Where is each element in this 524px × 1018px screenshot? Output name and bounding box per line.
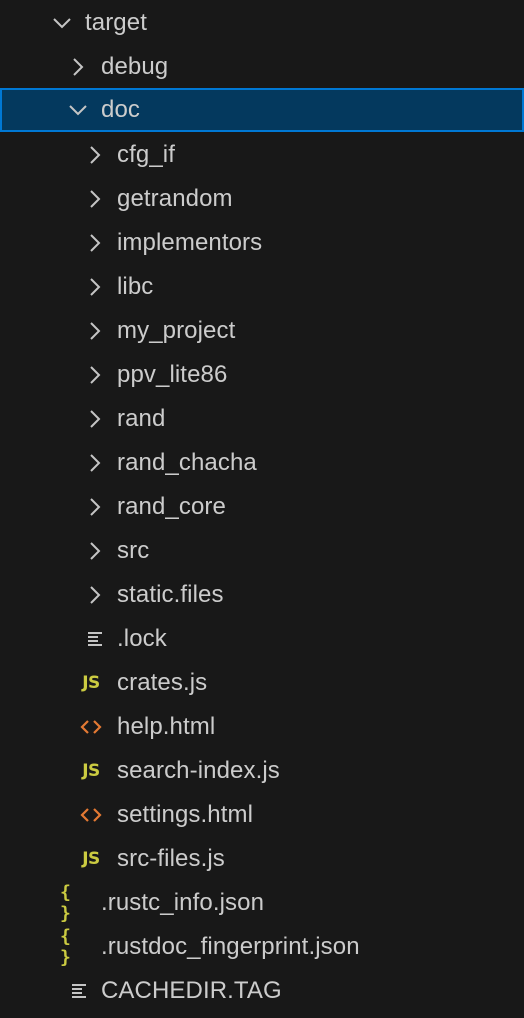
tree-item-lock-file[interactable]: .lock (0, 617, 524, 661)
json-file-icon: { } (60, 882, 72, 924)
tree-item-target[interactable]: target (0, 1, 524, 45)
chevron-down-icon (47, 1, 77, 45)
tree-item-my-project[interactable]: my_project (0, 309, 524, 353)
tree-item-static-files[interactable]: static.files (0, 573, 524, 617)
chevron-right-icon (63, 45, 93, 89)
chevron-right-icon (80, 309, 110, 353)
tree-item-cachedir-tag[interactable]: CACHEDIR.TAG (0, 969, 524, 1013)
tree-item-rand-core[interactable]: rand_core (0, 485, 524, 529)
tree-item-src-files-js[interactable]: JS src-files.js (0, 837, 524, 881)
tree-item-debug[interactable]: debug (0, 45, 524, 89)
tree-item-label: src (117, 537, 150, 564)
tree-item-label: libc (117, 273, 154, 300)
tree-item-label: .rustdoc_fingerprint.json (101, 933, 360, 960)
chevron-right-icon (80, 485, 110, 529)
chevron-right-icon (80, 529, 110, 573)
tree-item-label: settings.html (117, 801, 254, 828)
tree-item-label: rand_chacha (117, 449, 257, 476)
html-file-icon (76, 705, 106, 749)
tree-item-label: .rustc_info.json (101, 889, 265, 916)
tree-item-rand-chacha[interactable]: rand_chacha (0, 441, 524, 485)
tree-item-label: .lock (117, 625, 167, 652)
tree-item-label: ppv_lite86 (117, 361, 228, 388)
chevron-right-icon (80, 573, 110, 617)
tree-item-ppv-lite86[interactable]: ppv_lite86 (0, 353, 524, 397)
tree-item-label: src-files.js (117, 845, 225, 872)
text-file-icon (64, 969, 94, 1013)
chevron-right-icon (80, 265, 110, 309)
js-file-icon: JS (82, 673, 100, 693)
json-file-icon: { } (60, 926, 72, 968)
tree-item-label: doc (101, 96, 140, 123)
tree-item-rustc-info-json[interactable]: { } .rustc_info.json (0, 881, 524, 925)
tree-item-getrandom[interactable]: getrandom (0, 177, 524, 221)
tree-item-label: debug (101, 53, 169, 80)
tree-item-cfg-if[interactable]: cfg_if (0, 133, 524, 177)
tree-item-label: crates.js (117, 669, 208, 696)
tree-item-rand[interactable]: rand (0, 397, 524, 441)
js-file-icon: JS (82, 761, 100, 781)
tree-item-label: CACHEDIR.TAG (101, 977, 282, 1004)
file-explorer-tree: target debug doc cfg_if getrandom implem… (0, 0, 524, 1018)
tree-item-help-html[interactable]: help.html (0, 705, 524, 749)
tree-item-label: getrandom (117, 185, 233, 212)
tree-item-rustdoc-fingerprint-json[interactable]: { } .rustdoc_fingerprint.json (0, 925, 524, 969)
chevron-right-icon (80, 177, 110, 221)
tree-item-settings-html[interactable]: settings.html (0, 793, 524, 837)
js-file-icon: JS (82, 849, 100, 869)
chevron-right-icon (80, 133, 110, 177)
tree-item-label: help.html (117, 713, 216, 740)
tree-item-implementors[interactable]: implementors (0, 221, 524, 265)
tree-item-label: cfg_if (117, 141, 175, 168)
tree-item-label: my_project (117, 317, 236, 344)
tree-item-search-index-js[interactable]: JS search-index.js (0, 749, 524, 793)
tree-item-label: target (85, 9, 147, 36)
chevron-right-icon (80, 397, 110, 441)
tree-item-doc[interactable]: doc (0, 88, 524, 132)
tree-item-libc[interactable]: libc (0, 265, 524, 309)
chevron-right-icon (80, 353, 110, 397)
tree-item-label: rand_core (117, 493, 226, 520)
tree-item-label: rand (117, 405, 166, 432)
chevron-right-icon (80, 221, 110, 265)
html-file-icon (76, 793, 106, 837)
chevron-down-icon (63, 88, 93, 132)
chevron-right-icon (80, 441, 110, 485)
tree-item-label: static.files (117, 581, 224, 608)
tree-item-label: search-index.js (117, 757, 280, 784)
tree-item-crates-js[interactable]: JS crates.js (0, 661, 524, 705)
tree-item-src[interactable]: src (0, 529, 524, 573)
tree-item-label: implementors (117, 229, 263, 256)
text-file-icon (80, 617, 110, 661)
